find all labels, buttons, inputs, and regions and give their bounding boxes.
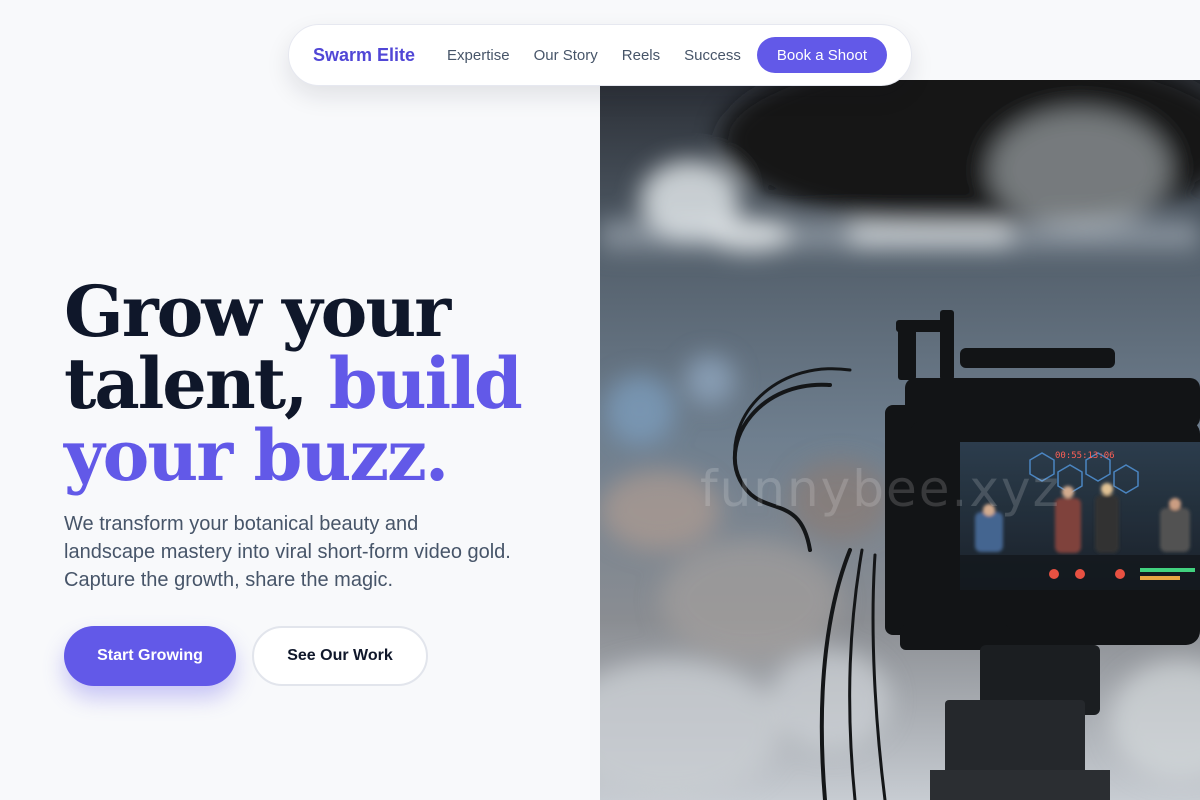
watermark-text: funnybee.xyz (700, 460, 1061, 518)
book-shoot-button[interactable]: Book a Shoot (756, 37, 887, 73)
nav-link-reels[interactable]: Reels (622, 47, 660, 64)
hero-section: Grow your talent, build your buzz. We tr… (64, 276, 564, 686)
top-nav: Swarm Elite Expertise Our Story Reels Su… (288, 24, 912, 86)
hero-image-camera: 00:55:13:06 funnybee.xyz (600, 80, 1200, 800)
headline-accent-line-3: your buzz. (64, 414, 449, 497)
nav-link-success[interactable]: Success (684, 47, 741, 64)
hero-headline: Grow your talent, build your buzz. (64, 276, 564, 492)
hero-subtext: We transform your botanical beauty and l… (64, 513, 511, 591)
start-growing-button[interactable]: Start Growing (64, 626, 236, 686)
headline-accent-build: build (328, 342, 523, 425)
headline-line-2: talent, (64, 342, 329, 425)
headline-line-1: Grow your (64, 270, 451, 353)
brand-logo[interactable]: Swarm Elite (313, 45, 415, 66)
see-our-work-button[interactable]: See Our Work (252, 626, 428, 686)
nav-link-our-story[interactable]: Our Story (534, 47, 598, 64)
nav-link-expertise[interactable]: Expertise (447, 47, 510, 64)
hero-cta-group: Start Growing See Our Work (64, 626, 564, 686)
camera-scene-illustration: 00:55:13:06 (600, 80, 1200, 800)
